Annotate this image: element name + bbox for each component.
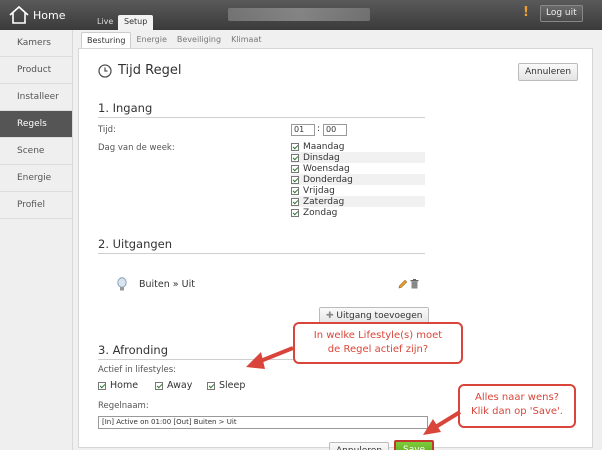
clock-icon: [98, 63, 112, 78]
subtab-besturing[interactable]: Besturing: [81, 32, 132, 48]
day-label: Woensdag: [303, 163, 350, 174]
lifestyle-checkbox[interactable]: [155, 381, 163, 390]
time-separator: :: [317, 124, 321, 134]
trash-icon[interactable]: [410, 279, 419, 289]
logo-text: Home: [33, 8, 66, 22]
output-item: Buiten » Uit: [117, 277, 195, 292]
lightbulb-icon: [117, 277, 127, 291]
day-row-dinsdag: Dinsdag: [291, 152, 425, 163]
home-logo[interactable]: Home: [8, 4, 65, 26]
callout-text: Klik dan op 'Save'.: [471, 406, 563, 417]
page-title: Tijd Regel: [118, 63, 182, 78]
page-header: Tijd Regel: [98, 63, 181, 78]
section-divider: [98, 253, 425, 254]
day-label: Zaterdag: [303, 196, 345, 207]
day-row-zaterdag: Zaterdag: [291, 196, 425, 207]
sidebar-item-product[interactable]: Product: [0, 57, 72, 84]
callout-text: de Regel actief zijn?: [327, 344, 429, 355]
day-label: Donderdag: [303, 174, 353, 185]
day-row-vrijdag: Vrijdag: [291, 185, 425, 196]
section-title-afronding: 3. Afronding: [98, 343, 169, 357]
day-label: Dinsdag: [303, 152, 340, 163]
day-checkbox[interactable]: [291, 153, 299, 162]
cancel-button-bottom[interactable]: Annuleren: [329, 442, 390, 450]
sidebar-item-energie[interactable]: Energie: [0, 165, 72, 192]
top-bar: Home Live Setup ! Log uit: [0, 0, 602, 30]
lifestyle-label: Sleep: [219, 380, 246, 391]
rule-name-label: Regelnaam:: [98, 401, 149, 411]
house-icon: [9, 5, 29, 24]
callout-text: Alles naar wens?: [474, 392, 559, 403]
days-list: Maandag Dinsdag Woensdag Donderdag Vrijd…: [291, 141, 425, 218]
lifestyle-label: Away: [167, 380, 193, 391]
sidebar-item-profiel[interactable]: Profiel: [0, 192, 72, 219]
day-checkbox[interactable]: [291, 175, 299, 184]
blurred-user-info: [228, 8, 370, 21]
day-row-donderdag: Donderdag: [291, 174, 425, 185]
lifestyle-label: Home: [110, 380, 139, 391]
rule-name-input[interactable]: [In] Active on 01:00 [Out] Buiten > Uit: [98, 416, 428, 429]
day-row-zondag: Zondag: [291, 207, 425, 218]
minutes-input[interactable]: 00: [323, 124, 347, 136]
time-label: Tijd:: [98, 125, 116, 135]
subtab-beveiliging[interactable]: Beveiliging: [172, 32, 226, 48]
day-label: Zondag: [303, 207, 338, 218]
hours-input[interactable]: 01: [291, 124, 315, 136]
section-title-uitgangen: 2. Uitgangen: [98, 237, 173, 251]
lifestyle-away: Away: [155, 380, 192, 391]
sidebar: Kamers Product Installeer Regels Scene E…: [0, 30, 73, 450]
day-row-maandag: Maandag: [291, 141, 425, 152]
tab-live[interactable]: Live: [91, 15, 119, 30]
day-checkbox[interactable]: [291, 164, 299, 173]
callout-text: In welke Lifestyle(s) moet: [313, 330, 443, 341]
output-label: Buiten » Uit: [139, 279, 195, 290]
day-label: Maandag: [303, 141, 345, 152]
section-divider: [98, 117, 425, 118]
pencil-icon[interactable]: [398, 279, 408, 289]
logout-button[interactable]: Log uit: [540, 5, 583, 22]
day-label: Vrijdag: [303, 185, 335, 196]
section-title-ingang: 1. Ingang: [98, 101, 153, 115]
tab-setup[interactable]: Setup: [118, 15, 154, 30]
subtab-energie[interactable]: Energie: [131, 32, 171, 48]
sidebar-item-installeer[interactable]: Installeer: [0, 84, 72, 111]
sidebar-item-scene[interactable]: Scene: [0, 138, 72, 165]
lifestyles-label: Actief in lifestyles:: [98, 365, 177, 375]
save-button[interactable]: Save: [394, 440, 435, 450]
sidebar-item-kamers[interactable]: Kamers: [0, 30, 72, 57]
save-callout: Alles naar wens? Klik dan op 'Save'.: [458, 384, 576, 428]
lifestyle-checkbox[interactable]: [98, 381, 106, 390]
subtab-klimaat[interactable]: Klimaat: [226, 32, 266, 48]
day-checkbox[interactable]: [291, 197, 299, 206]
lifestyle-callout: In welke Lifestyle(s) moet de Regel acti…: [293, 322, 463, 364]
day-checkbox[interactable]: [291, 208, 299, 217]
lifestyle-home: Home: [98, 380, 138, 391]
day-row-woensdag: Woensdag: [291, 163, 425, 174]
days-label: Dag van de week:: [98, 143, 175, 153]
lifestyle-checkbox[interactable]: [207, 381, 215, 390]
lifestyle-sleep: Sleep: [207, 380, 245, 391]
plus-icon: ✚: [326, 311, 334, 321]
cancel-button-top[interactable]: Annuleren: [518, 63, 579, 81]
alert-icon[interactable]: !: [523, 5, 529, 20]
add-output-label: Uitgang toevoegen: [336, 311, 423, 321]
sub-tabs: Besturing Energie Beveiliging Klimaat: [81, 32, 267, 48]
sidebar-item-regels[interactable]: Regels: [0, 111, 72, 138]
day-checkbox[interactable]: [291, 186, 299, 195]
day-checkbox[interactable]: [291, 142, 299, 151]
